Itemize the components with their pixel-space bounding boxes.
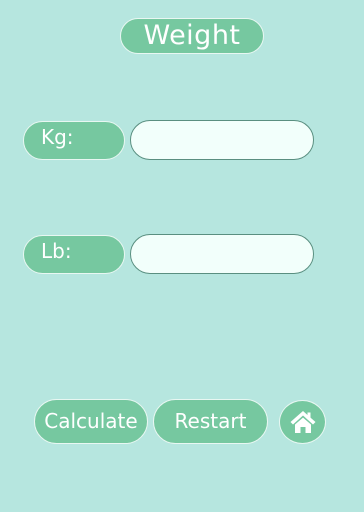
home-button[interactable] bbox=[279, 400, 326, 444]
page-title: Weight bbox=[120, 18, 264, 54]
lb-input[interactable] bbox=[130, 234, 314, 274]
lb-label: Lb: bbox=[23, 235, 125, 274]
kg-input[interactable] bbox=[130, 120, 314, 160]
calculate-button[interactable]: Calculate bbox=[34, 399, 148, 444]
kg-label: Kg: bbox=[23, 121, 125, 160]
home-icon bbox=[289, 409, 317, 435]
restart-button[interactable]: Restart bbox=[153, 399, 268, 444]
